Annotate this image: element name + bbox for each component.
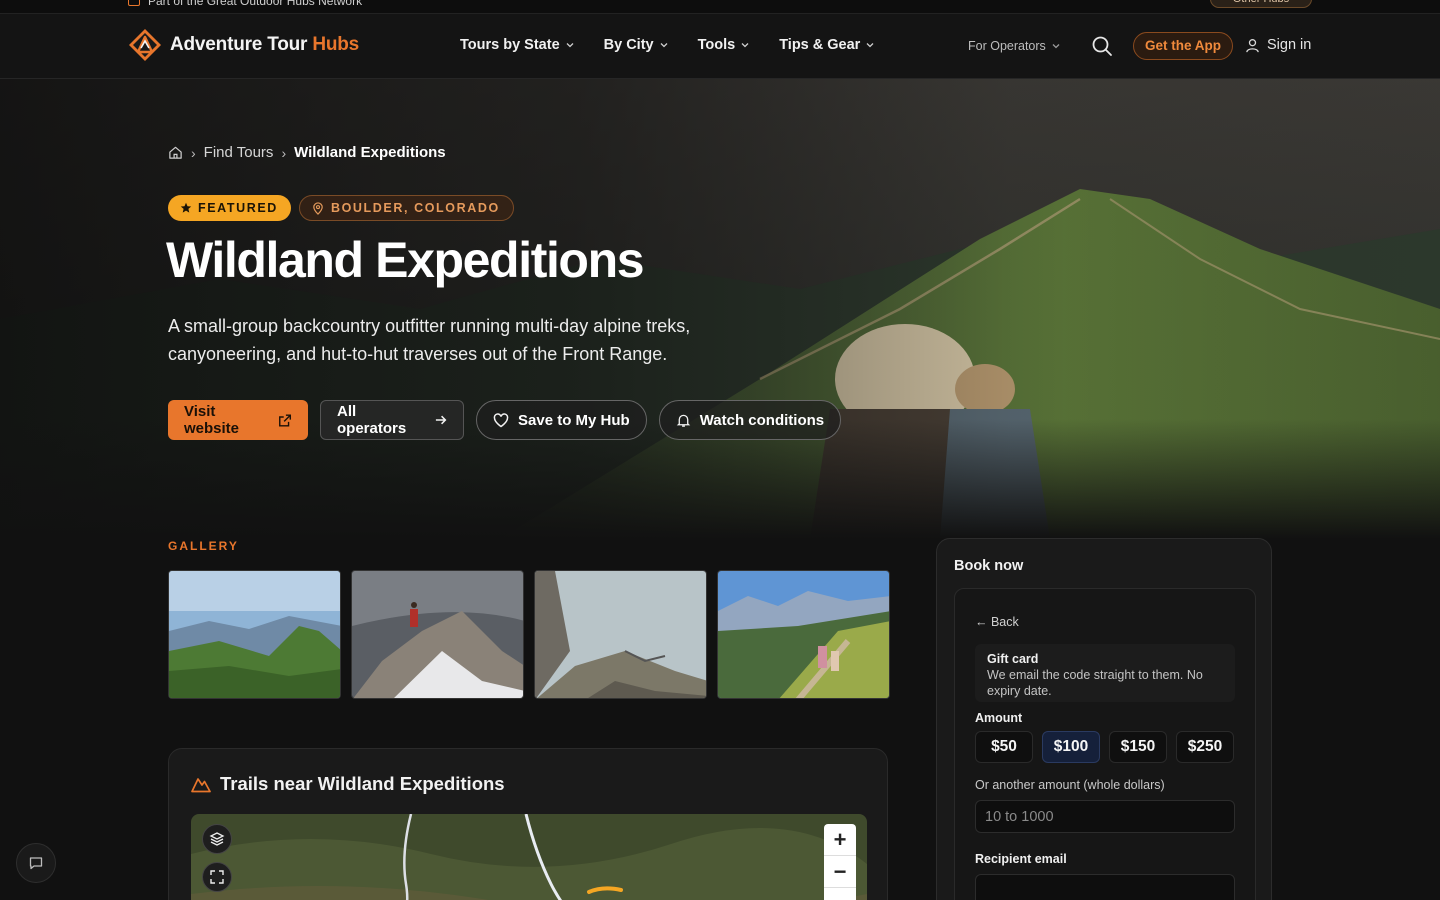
booking-panel: Book now ← Back Gift card We email the c… <box>936 538 1272 900</box>
brand-name: Adventure Tour Hubs <box>170 34 360 55</box>
zoom-out-button[interactable]: − <box>824 856 856 888</box>
amount-options: $50 $100 $150 $250 <box>975 731 1234 763</box>
other-amount-input[interactable] <box>975 800 1235 833</box>
trails-heading: Trails near Wildland Expeditions <box>191 773 505 795</box>
chat-icon <box>29 857 43 870</box>
gallery-label: GALLERY <box>168 539 239 553</box>
map-zoom-controls: + − ▲ <box>824 824 856 900</box>
compass-button[interactable]: ▲ <box>824 888 856 900</box>
page-title: Wildland Expeditions <box>166 232 645 288</box>
nav-tours-by-state[interactable]: Tours by State <box>460 37 574 53</box>
fullscreen-icon[interactable] <box>202 862 232 892</box>
trails-card: Trails near Wildland Expeditions + − ▲ <box>168 748 888 900</box>
recipient-email-input[interactable] <box>975 874 1235 900</box>
heart-icon <box>493 412 509 427</box>
badge-row: FEATURED BOULDER, COLORADO <box>168 195 514 221</box>
gallery <box>168 570 890 699</box>
compass-logo-icon <box>129 29 161 61</box>
network-icon <box>128 0 140 6</box>
layers-icon[interactable] <box>202 824 232 854</box>
user-icon <box>1246 38 1259 52</box>
chevron-down-icon <box>866 43 874 48</box>
hero-actions: Visit website All operators Save to My H… <box>168 400 842 440</box>
location-badge: BOULDER, COLORADO <box>298 195 514 221</box>
book-now-heading: Book now <box>954 558 1024 574</box>
external-link-icon <box>278 414 291 426</box>
brand-logo[interactable]: Adventure Tour Hubs <box>128 28 359 62</box>
chevron-down-icon <box>660 43 668 48</box>
chevron-right-icon: › <box>191 144 196 161</box>
visit-website-button[interactable]: Visit website <box>168 400 308 440</box>
other-hubs-button[interactable]: Other Hubs <box>1210 0 1312 8</box>
main-nav: Tours by State By City Tools Tips & Gear <box>460 37 874 53</box>
amount-option-100[interactable]: $100 <box>1042 731 1100 763</box>
star-icon <box>180 202 192 213</box>
amount-label: Amount <box>975 711 1023 725</box>
sign-in-button[interactable]: Sign in <box>1245 37 1311 53</box>
nav-by-city[interactable]: By City <box>604 37 668 53</box>
mountain-icon <box>191 778 211 793</box>
watch-conditions-button[interactable]: Watch conditions <box>658 400 842 440</box>
tour-description: A small-group backcountry outfitter runn… <box>168 316 691 364</box>
arrow-right-icon <box>435 415 447 425</box>
save-to-hub-button[interactable]: Save to My Hub <box>476 400 647 440</box>
for-operators-menu[interactable]: For Operators <box>968 39 1060 53</box>
get-the-app-button[interactable]: Get the App <box>1133 32 1233 60</box>
recipient-email-label: Recipient email <box>975 852 1067 866</box>
chevron-right-icon: › <box>281 144 287 161</box>
search-icon[interactable] <box>1090 34 1114 58</box>
network-text: Part of the Great Outdoor Hubs Network <box>148 0 363 8</box>
nav-tips-gear[interactable]: Tips & Gear <box>779 37 874 53</box>
all-operators-button[interactable]: All operators <box>320 400 464 440</box>
home-icon[interactable] <box>168 145 183 160</box>
network-strip: Part of the Great Outdoor Hubs Network O… <box>0 0 1440 14</box>
chevron-down-icon <box>1052 44 1060 49</box>
amount-option-50[interactable]: $50 <box>975 731 1033 763</box>
breadcrumb: › Find Tours › Wildland Expeditions <box>168 144 446 161</box>
map-pin-icon <box>313 201 323 215</box>
back-link[interactable]: ← Back <box>975 615 1019 629</box>
gift-card-title: Gift card <box>987 652 1039 666</box>
site-header: Adventure Tour Hubs Tours by State By Ci… <box>0 14 1440 79</box>
amount-option-250[interactable]: $250 <box>1176 731 1234 763</box>
other-amount-label: Or another amount (whole dollars) <box>975 778 1165 792</box>
gift-card-description: We email the code straight to them. No e… <box>987 668 1203 698</box>
bell-icon <box>676 414 690 427</box>
breadcrumb-current: Wildland Expeditions <box>294 144 446 161</box>
breadcrumb-find-tours[interactable]: Find Tours <box>204 144 274 161</box>
trails-map[interactable]: + − ▲ <box>191 814 867 900</box>
gallery-photo-3[interactable] <box>534 570 707 699</box>
amount-option-150[interactable]: $150 <box>1109 731 1167 763</box>
featured-badge: FEATURED <box>168 195 291 221</box>
nav-tools[interactable]: Tools <box>698 37 750 53</box>
gift-card-option: Gift card We email the code straight to … <box>975 644 1235 702</box>
zoom-in-button[interactable]: + <box>824 824 856 856</box>
gift-card-form: ← Back Gift card We email the code strai… <box>954 588 1256 900</box>
gallery-photo-1[interactable] <box>168 570 341 699</box>
chevron-down-icon <box>741 43 749 48</box>
gallery-photo-4[interactable] <box>717 570 890 699</box>
hero-section: › Find Tours › Wildland Expeditions FEAT… <box>0 79 1440 539</box>
chevron-down-icon <box>566 43 574 48</box>
chat-button[interactable] <box>16 843 56 883</box>
gallery-photo-2[interactable] <box>351 570 524 699</box>
